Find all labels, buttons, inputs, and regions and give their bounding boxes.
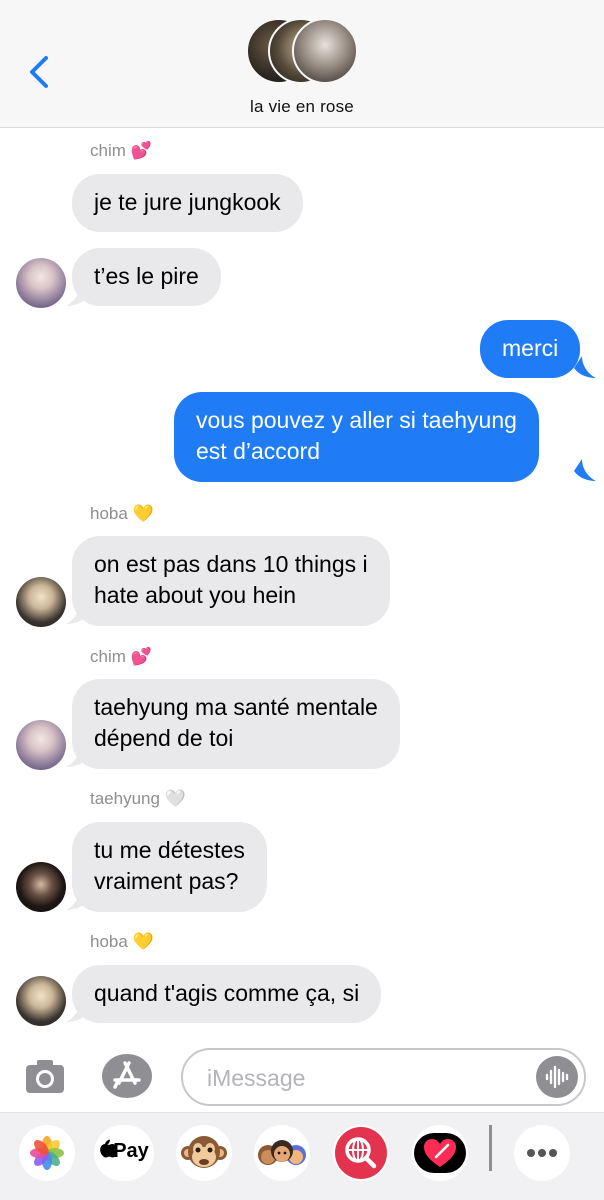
digital-touch-icon <box>414 1133 466 1173</box>
sender-name: chim <box>90 141 126 160</box>
web-search-button[interactable] <box>333 1125 389 1181</box>
outgoing-message-bubble[interactable]: merci <box>480 320 581 378</box>
sender-label: chim 💕 <box>90 141 152 161</box>
group-avatar-stack[interactable] <box>246 18 362 86</box>
imessage-input[interactable]: iMessage <box>181 1048 586 1106</box>
conversation-header: la vie en rose <box>0 0 604 128</box>
message-text: je te jure jungkook <box>94 189 281 215</box>
outgoing-message-bubble[interactable]: vous pouvez y aller si taehyung est d’ac… <box>174 392 539 482</box>
chevron-left-icon <box>30 56 48 88</box>
app-store-icon <box>102 1054 152 1098</box>
sender-label: taehyung 🤍 <box>90 789 186 809</box>
sender-label: hoba 💛 <box>90 504 154 524</box>
drawer-divider <box>489 1125 492 1171</box>
back-button[interactable] <box>22 50 56 94</box>
message-text-line: taehyung ma santé mentale <box>94 694 378 720</box>
sender-name: hoba <box>90 932 128 951</box>
apple-pay-label: Pay <box>113 1140 149 1162</box>
sender-emoji: 💛 <box>132 932 154 951</box>
group-name[interactable]: la vie en rose <box>0 97 604 117</box>
message-text-line: hate about you hein <box>94 582 297 608</box>
monkey-memoji-icon <box>181 1136 227 1168</box>
incoming-message-bubble[interactable]: taehyung ma santé mentale dépend de toi <box>72 679 400 769</box>
group-member-avatar <box>292 18 358 84</box>
sender-emoji: 💕 <box>130 647 152 666</box>
avatar-taehyung[interactable] <box>16 862 66 912</box>
message-text-line: tu me détestes <box>94 837 245 863</box>
avatar-hoba[interactable] <box>16 577 66 627</box>
audio-message-button[interactable] <box>536 1056 578 1098</box>
sender-name: taehyung <box>90 789 160 808</box>
apple-pay-button[interactable]: Pay <box>94 1125 154 1181</box>
photos-icon <box>30 1136 64 1170</box>
sender-emoji: 💛 <box>132 504 154 523</box>
avatar-chim[interactable] <box>16 258 66 308</box>
message-text-line: vraiment pas? <box>94 868 239 894</box>
incoming-message-bubble[interactable]: quand t'agis comme ça, si <box>72 965 382 1023</box>
sender-name: hoba <box>90 504 128 523</box>
photos-app-button[interactable] <box>19 1125 75 1181</box>
waveform-icon <box>545 1065 569 1089</box>
message-text-line: vous pouvez y aller si taehyung <box>196 407 517 433</box>
camera-icon <box>26 1060 64 1093</box>
incoming-message-bubble[interactable]: on est pas dans 10 things i hate about y… <box>72 536 390 626</box>
digital-touch-button[interactable] <box>412 1125 468 1181</box>
sender-name: chim <box>90 647 126 666</box>
memoji-stickers-icon <box>258 1140 306 1165</box>
more-apps-icon <box>527 1149 557 1157</box>
message-text: t’es le pire <box>94 263 199 289</box>
avatar-chim[interactable] <box>16 720 66 770</box>
sender-label: chim 💕 <box>90 647 152 667</box>
incoming-message-bubble[interactable]: je te jure jungkook <box>72 174 303 232</box>
bubble-tail <box>574 459 596 481</box>
web-search-icon <box>335 1127 387 1179</box>
sender-emoji: 🤍 <box>164 789 186 808</box>
camera-button[interactable] <box>24 1057 66 1097</box>
message-text-line: on est pas dans 10 things i <box>94 551 368 577</box>
message-text-line: est d’accord <box>196 438 321 464</box>
animoji-button[interactable] <box>176 1125 232 1181</box>
incoming-message-bubble[interactable]: t’es le pire <box>72 248 221 306</box>
app-store-button[interactable] <box>101 1053 153 1099</box>
more-apps-button[interactable] <box>514 1125 570 1181</box>
avatar-hoba[interactable] <box>16 976 66 1026</box>
message-text: merci <box>502 335 559 361</box>
sender-label: hoba 💛 <box>90 932 154 952</box>
incoming-message-bubble[interactable]: tu me détestes vraiment pas? <box>72 822 267 912</box>
app-drawer: Pay <box>0 1112 604 1200</box>
message-text-line: dépend de toi <box>94 725 234 751</box>
sender-emoji: 💕 <box>130 141 152 160</box>
message-input-bar: iMessage <box>0 1040 604 1112</box>
imessage-placeholder: iMessage <box>207 1065 306 1091</box>
memoji-stickers-button[interactable] <box>254 1125 310 1181</box>
message-text: quand t'agis comme ça, si <box>94 980 360 1006</box>
